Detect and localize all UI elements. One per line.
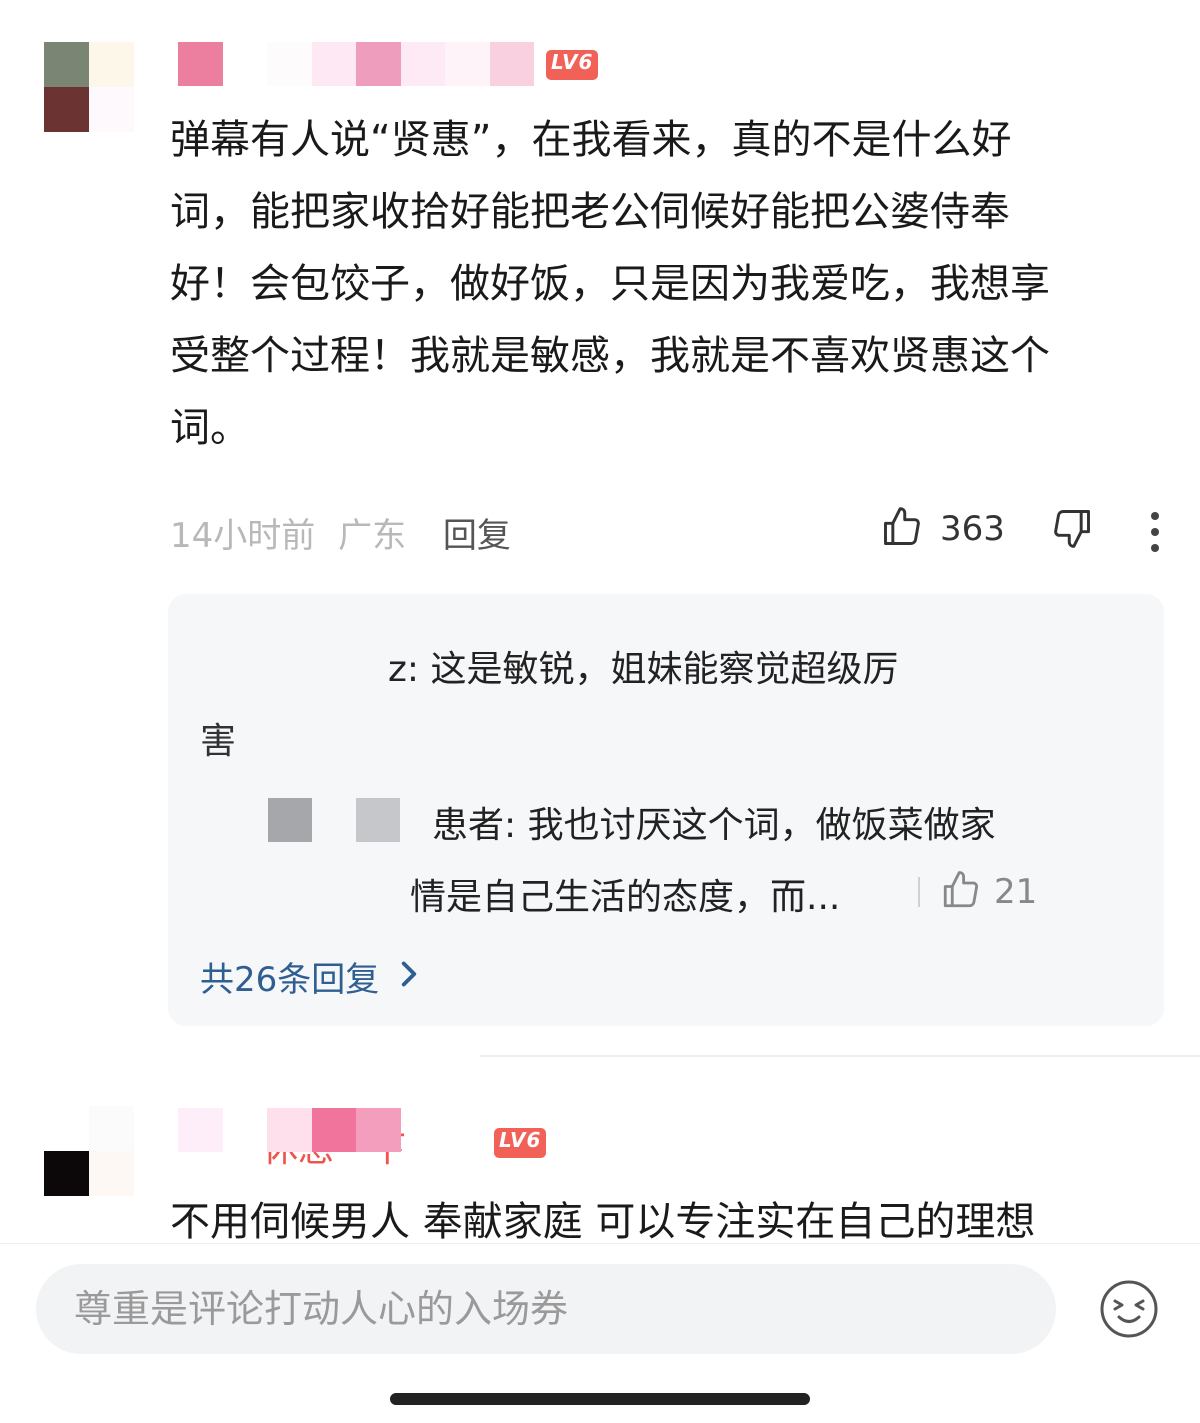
reply-text[interactable]: z: 这是敏锐，姐妹能察觉超级厉 — [388, 640, 898, 692]
timestamp: 14小时前 — [170, 516, 316, 556]
reply-text[interactable]: 害 — [200, 712, 236, 764]
divider — [918, 877, 920, 907]
reply-button[interactable]: 回复 — [443, 516, 511, 556]
comment-line: 词，能把家收拾好能把老公伺候好能把公婆侍奉 — [170, 189, 1010, 235]
more-options-button[interactable] — [1140, 508, 1170, 556]
total-replies-label: 共26条回复 — [200, 960, 380, 1000]
comment-input[interactable]: 尊重是评论打动人心的入场券 — [36, 1264, 1056, 1354]
like-count: 21 — [994, 872, 1038, 912]
thumbs-up-icon — [880, 505, 924, 553]
like-count: 363 — [940, 509, 1005, 549]
reply-username[interactable] — [268, 798, 402, 842]
username-mosaic — [178, 1108, 401, 1152]
emoji-button[interactable] — [1098, 1278, 1160, 1340]
home-indicator — [390, 1393, 810, 1405]
comment-line: 好！会包饺子，做好饭，只是因为我爱吃，我想享 — [170, 261, 1050, 307]
level-badge: LV6 — [494, 1128, 547, 1158]
thumbs-up-icon — [940, 869, 982, 915]
username[interactable] — [178, 42, 534, 86]
level-badge: LV6 — [546, 50, 599, 80]
reply-text[interactable]: 患者: 我也讨厌这个词，做饭菜做家 — [432, 796, 996, 848]
comment-meta: 14小时前 广东 回复 — [170, 508, 511, 557]
comment-body[interactable]: 弹幕有人说“贤惠”，在我看来，真的不是什么好 词，能把家收拾好能把老公伺候好能把… — [170, 104, 1170, 464]
like-button[interactable]: 363 — [880, 504, 1005, 554]
emoji-icon — [1098, 1280, 1160, 1344]
reply-text[interactable]: 情是自己生活的态度，而... — [410, 868, 840, 920]
reply-like-button[interactable]: 21 — [918, 868, 1037, 916]
dislike-button[interactable] — [1050, 506, 1094, 554]
divider — [480, 1055, 1200, 1057]
view-all-replies-link[interactable]: 共26条回复 — [200, 952, 419, 1001]
location: 广东 — [338, 516, 407, 556]
comment-line: 词。 — [170, 405, 250, 451]
thumbs-down-icon — [1050, 510, 1094, 554]
more-vertical-icon — [1140, 512, 1170, 552]
avatar[interactable] — [44, 42, 134, 132]
chevron-right-icon — [399, 957, 419, 997]
comment-line: 弹幕有人说“贤惠”，在我看来，真的不是什么好 — [170, 117, 1012, 163]
avatar[interactable] — [44, 1106, 134, 1196]
comment-line: 受整个过程！我就是敏感，我就是不喜欢贤惠这个 — [170, 333, 1050, 379]
